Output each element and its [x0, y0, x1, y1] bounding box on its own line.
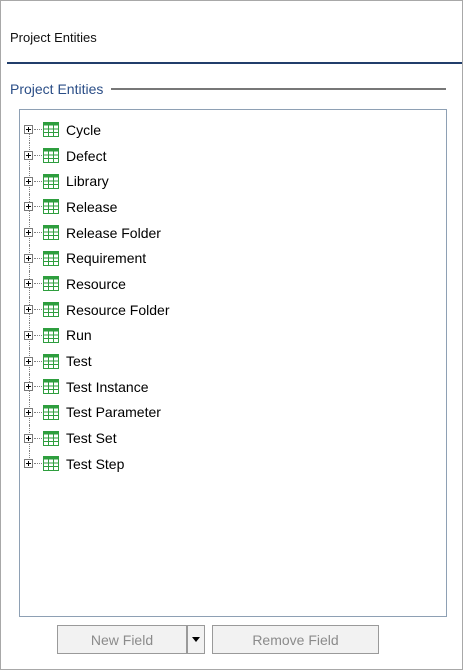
tree-item-label: Cycle	[66, 121, 102, 138]
group-title: Project Entities	[10, 81, 104, 97]
chevron-down-icon	[192, 637, 200, 642]
table-icon	[43, 225, 59, 241]
entity-tree[interactable]: Cycle Defect Library Release Release Folder R…	[19, 109, 447, 617]
table-icon	[43, 122, 59, 138]
tree-connector	[34, 180, 42, 182]
tree-item[interactable]: Test Step	[24, 450, 170, 477]
expand-icon[interactable]	[24, 228, 33, 238]
tree-item[interactable]: Library	[24, 168, 170, 194]
expand-icon[interactable]	[24, 382, 33, 392]
tree-item[interactable]: Test Instance	[24, 373, 170, 400]
tree-item-label: Resource	[66, 275, 126, 292]
tree-item-label: Run	[66, 327, 92, 344]
tree-connector	[34, 386, 42, 388]
table-icon	[43, 148, 59, 164]
expand-icon[interactable]	[24, 330, 33, 340]
table-icon	[43, 327, 59, 343]
table-icon	[43, 250, 59, 266]
tree-item-label: Test Parameter	[66, 404, 161, 421]
tree-item[interactable]: Release Folder	[24, 219, 170, 246]
table-icon	[43, 379, 59, 395]
expand-icon[interactable]	[24, 356, 33, 366]
tree-item[interactable]: Release	[24, 194, 170, 220]
tree-item[interactable]: Test Set	[24, 425, 170, 451]
tree-list: Cycle Defect Library Release Release Folder R…	[24, 117, 170, 477]
tree-connector	[34, 309, 42, 311]
tree-connector	[34, 334, 42, 336]
tree-item[interactable]: Resource Folder	[24, 296, 170, 323]
tree-item-label: Test Step	[66, 455, 125, 472]
tree-item-label: Test	[66, 353, 92, 370]
tree-item-label: Release	[66, 198, 118, 215]
expand-icon[interactable]	[24, 407, 33, 417]
tree-connector	[34, 360, 42, 362]
tree-item[interactable]: Cycle	[24, 117, 170, 143]
table-icon	[43, 199, 59, 215]
table-icon	[43, 430, 59, 446]
remove-field-button[interactable]: Remove Field	[212, 625, 379, 654]
tree-item-label: Resource Folder	[66, 301, 170, 318]
tree-connector	[34, 283, 42, 285]
expand-icon[interactable]	[24, 253, 33, 263]
tree-connector	[34, 463, 42, 465]
project-entities-panel: Project Entities Project Entities Cycle D…	[0, 0, 463, 670]
page-title: Project Entities	[10, 30, 97, 45]
tree-item-label: Test Instance	[66, 378, 149, 395]
tree-item[interactable]: Requirement	[24, 245, 170, 271]
expand-icon[interactable]	[24, 125, 33, 135]
group-title-row: Project Entities	[10, 81, 446, 97]
tree-item[interactable]: Defect	[24, 142, 170, 169]
header-divider	[7, 62, 462, 64]
expand-icon[interactable]	[24, 279, 33, 289]
tree-item[interactable]: Test	[24, 348, 170, 374]
expand-icon[interactable]	[24, 176, 33, 186]
tree-item-label: Defect	[66, 147, 107, 164]
expand-icon[interactable]	[24, 202, 33, 212]
tree-item-label: Library	[66, 173, 109, 190]
tree-item-label: Test Set	[66, 430, 117, 447]
tree-item[interactable]: Run	[24, 322, 170, 349]
table-icon	[43, 456, 59, 472]
tree-item-label: Requirement	[66, 250, 147, 267]
expand-icon[interactable]	[24, 305, 33, 315]
table-icon	[43, 302, 59, 318]
new-field-dropdown-button[interactable]	[187, 625, 205, 654]
tree-connector	[34, 129, 42, 131]
tree-item-label: Release Folder	[66, 224, 161, 241]
table-icon	[43, 276, 59, 292]
tree-connector	[34, 411, 42, 413]
tree-connector	[34, 232, 42, 234]
table-icon	[43, 353, 59, 369]
table-icon	[43, 404, 59, 420]
tree-item[interactable]: Test Parameter	[24, 399, 170, 426]
table-icon	[43, 173, 59, 189]
expand-icon[interactable]	[24, 433, 33, 443]
tree-connector	[34, 437, 42, 439]
tree-connector	[34, 155, 42, 157]
expand-icon[interactable]	[24, 459, 33, 469]
tree-connector	[34, 206, 42, 208]
tree-item[interactable]: Resource	[24, 271, 170, 297]
expand-icon[interactable]	[24, 151, 33, 161]
new-field-button[interactable]: New Field	[57, 625, 187, 654]
group-divider	[111, 88, 446, 90]
tree-connector	[34, 257, 42, 259]
